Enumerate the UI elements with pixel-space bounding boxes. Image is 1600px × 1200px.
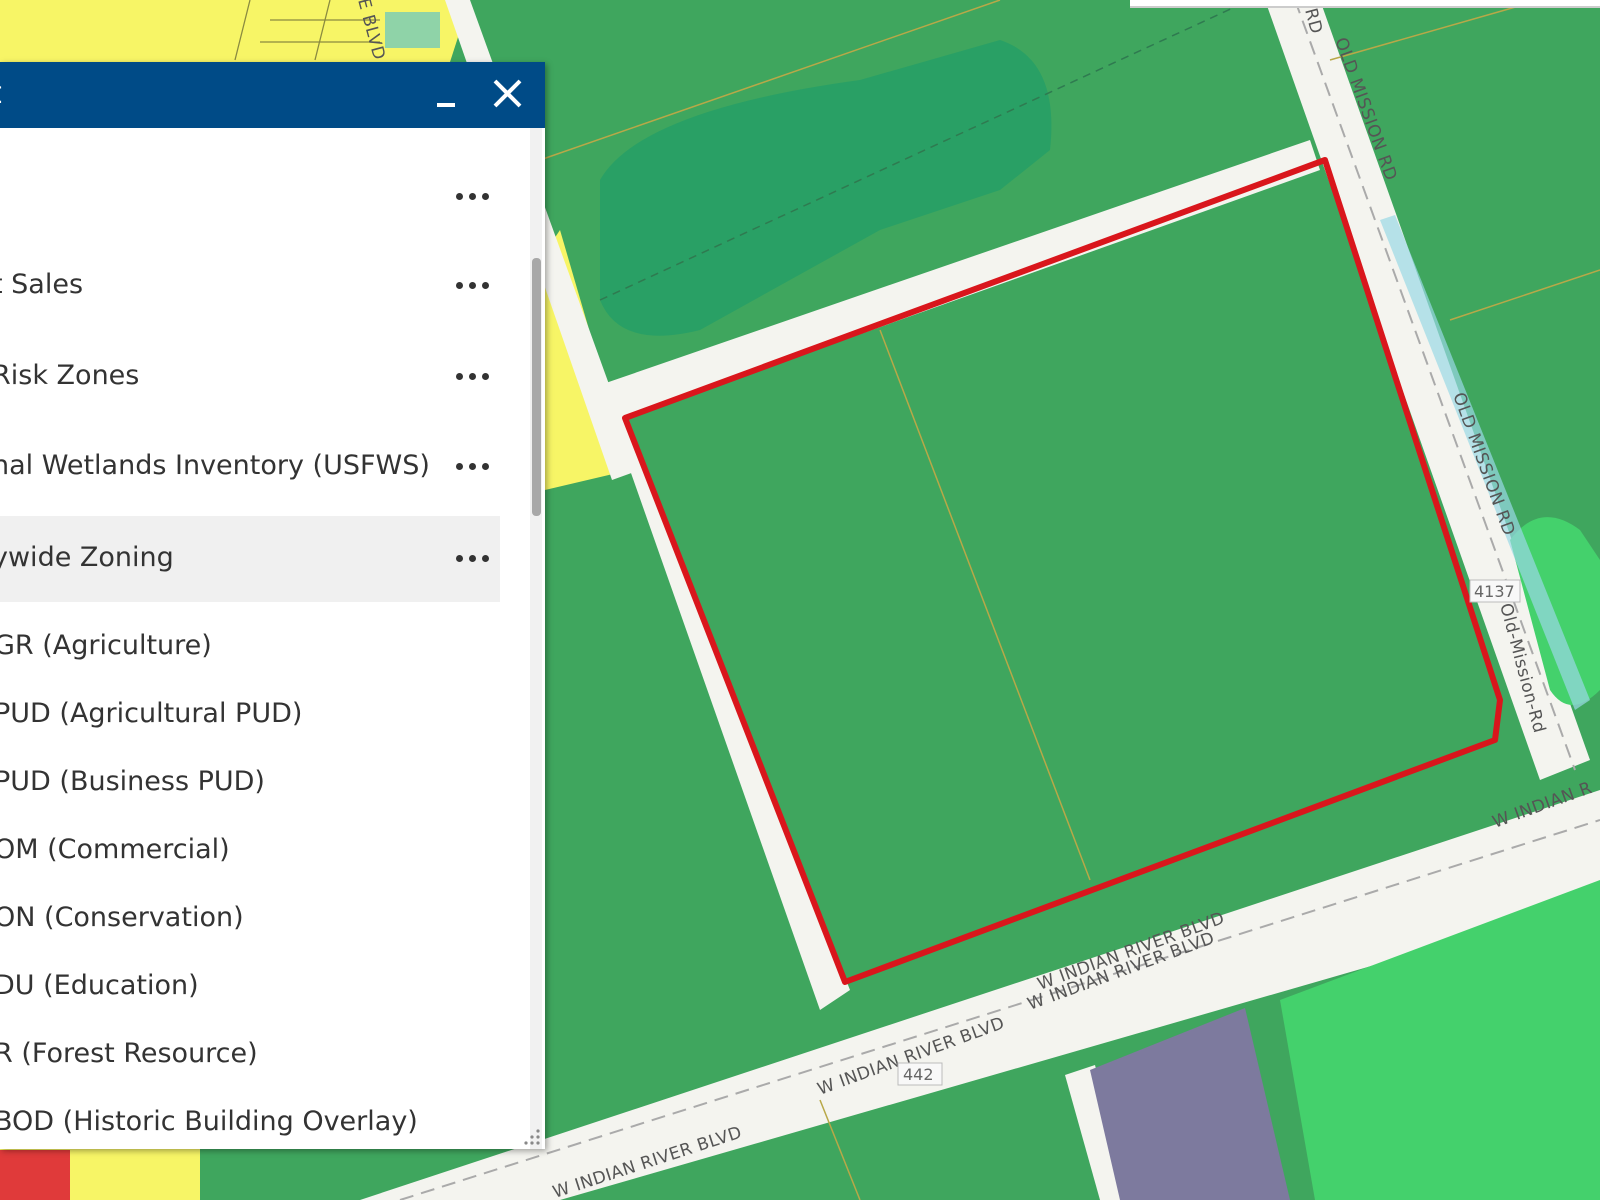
layer-row-4[interactable]: nal Wetlands Inventory (USFWS) xyxy=(0,424,500,510)
layer-row-2[interactable]: t Sales xyxy=(0,243,500,329)
svg-text:4137: 4137 xyxy=(1474,582,1515,601)
layer-options-button[interactable] xyxy=(456,364,498,388)
layer-row-5[interactable]: ywide Zoning xyxy=(0,516,500,602)
top-right-panel-edge xyxy=(1130,0,1600,8)
legend-item: PUD (Agricultural PUD) xyxy=(0,698,303,729)
legend-item: OM (Commercial) xyxy=(0,834,230,865)
route-shield-4137: 4137 xyxy=(1469,579,1521,603)
layer-label: ywide Zoning xyxy=(0,542,174,573)
legend-item: BOD (Historic Building Overlay) xyxy=(0,1106,418,1137)
legend-item: GR (Agriculture) xyxy=(0,630,212,661)
layer-label: t Sales xyxy=(0,269,84,300)
layer-options-button[interactable] xyxy=(456,273,498,297)
layer-row-3[interactable]: Risk Zones xyxy=(0,334,500,420)
layer-options-button[interactable] xyxy=(456,454,498,478)
minimize-icon xyxy=(437,103,455,107)
route-shield-442: 442 xyxy=(897,1062,943,1086)
zoning-red-bottom-left xyxy=(0,1150,70,1200)
svg-text:442: 442 xyxy=(903,1065,934,1084)
zoning-cyan-patch xyxy=(385,12,440,48)
legend-item: PUD (Business PUD) xyxy=(0,766,265,797)
minimize-button[interactable] xyxy=(423,72,467,116)
close-button[interactable] xyxy=(486,72,530,116)
resize-grip-icon[interactable] xyxy=(520,1125,542,1147)
close-icon xyxy=(493,79,522,108)
panel-title: t xyxy=(0,76,2,111)
layer-label: nal Wetlands Inventory (USFWS) xyxy=(0,450,430,481)
panel-header: t xyxy=(0,62,545,128)
layer-list-panel: t t Sales Risk Zones nal Wetlands Invent… xyxy=(0,62,545,1149)
scrollbar-thumb[interactable] xyxy=(532,258,541,516)
layer-row-1[interactable] xyxy=(0,154,500,240)
legend-item: DU (Education) xyxy=(0,970,199,1001)
legend-item: R (Forest Resource) xyxy=(0,1038,258,1069)
layer-options-button[interactable] xyxy=(456,184,498,208)
layer-label: Risk Zones xyxy=(0,360,140,391)
legend-item: ON (Conservation) xyxy=(0,902,244,933)
layer-options-button[interactable] xyxy=(456,546,498,570)
